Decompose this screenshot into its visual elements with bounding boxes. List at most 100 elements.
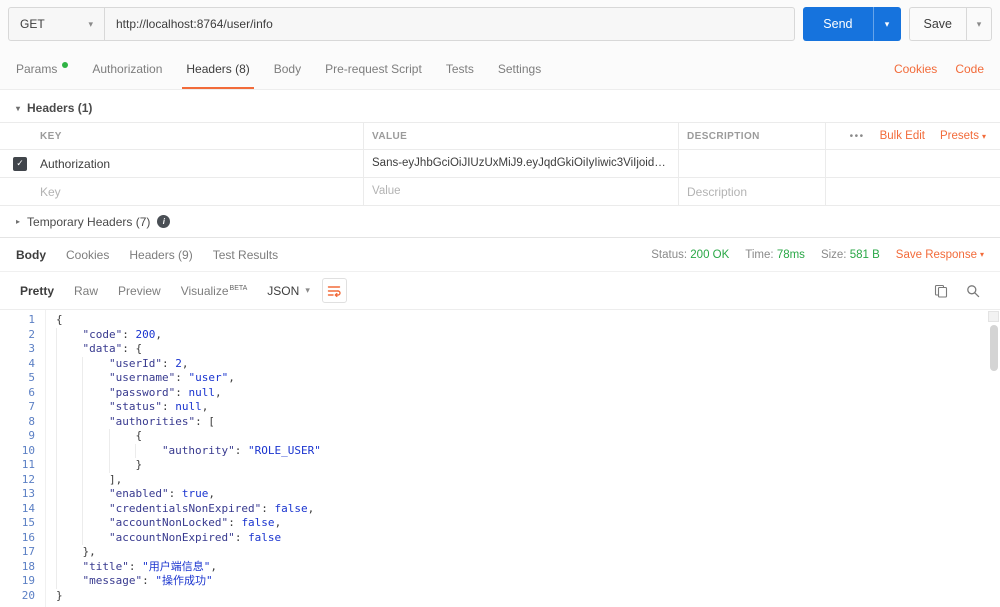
code-line: { (56, 429, 1000, 444)
format-dropdown[interactable]: JSON ▾ (267, 284, 310, 298)
code-line: "accountNonExpired": false (56, 530, 1000, 545)
new-header-key-input[interactable]: Key (40, 178, 363, 205)
header-enabled-checkbox[interactable]: ✓ (13, 156, 27, 171)
indent-guide (56, 371, 82, 386)
send-options-button[interactable]: ▾ (872, 7, 901, 41)
copy-icon[interactable] (934, 284, 948, 298)
column-header-value: VALUE (363, 123, 678, 149)
temporary-headers-toggle[interactable]: ▸ Temporary Headers (7) i (0, 206, 1000, 238)
tab-settings[interactable]: Settings (486, 48, 553, 89)
tab-label: Settings (497, 61, 542, 76)
code-line: "message": "操作成功" (56, 574, 1000, 589)
line-number: 20 (21, 588, 35, 602)
line-number: 19 (21, 574, 35, 587)
tab-label: Tests (445, 61, 474, 76)
new-header-description-input[interactable]: Description (678, 178, 825, 205)
line-number: 9 (28, 429, 35, 442)
vertical-scrollbar-thumb[interactable] (990, 325, 998, 371)
response-tab-cookies[interactable]: Cookies (66, 248, 109, 262)
code-line: "password": null, (56, 385, 1000, 400)
new-header-value-input[interactable]: Value (363, 178, 678, 205)
response-view-tabs: Pretty Raw Preview VisualizeBETA (10, 284, 257, 298)
presets-dropdown[interactable]: Presets ▾ (940, 130, 986, 142)
save-response-dropdown[interactable]: Save Response ▾ (896, 249, 984, 261)
tab-authorization[interactable]: Authorization (80, 48, 174, 89)
method-dropdown[interactable]: GET ▾ (9, 8, 105, 40)
view-tab-pretty[interactable]: Pretty (10, 284, 64, 298)
indent-guide (108, 429, 135, 444)
more-options-icon[interactable]: ••• (850, 131, 865, 142)
send-button[interactable]: Send (803, 7, 873, 41)
save-button[interactable]: Save (908, 7, 966, 41)
chevron-down-icon: ▾ (981, 132, 986, 141)
indent-guide (56, 545, 82, 560)
response-body-editor[interactable]: 1 2 3 4 5 6 7 8 9 10 11 12 13 14 15 16 17 18 19 20 {"code":… (0, 310, 1000, 607)
indent-guide (82, 400, 108, 415)
tab-tests[interactable]: Tests (434, 48, 486, 89)
code-line: { (56, 313, 63, 326)
view-tab-raw[interactable]: Raw (64, 284, 108, 298)
response-tab-test-results[interactable]: Test Results (213, 248, 278, 262)
new-header-row: Key Value Description (0, 177, 1000, 205)
presets-label: Presets (939, 130, 979, 142)
tab-body[interactable]: Body (262, 48, 313, 89)
indent-guide (56, 385, 82, 400)
response-meta: Status: 200 OK Time: 78ms Size: 581 B Sa… (651, 249, 984, 261)
wrap-text-button[interactable] (321, 278, 347, 303)
line-number: 5 (28, 371, 35, 384)
indent-guide (82, 458, 108, 473)
response-view-toolbar: Pretty Raw Preview VisualizeBETA JSON ▾ (0, 272, 1000, 310)
header-description-cell[interactable] (678, 150, 825, 177)
header-key-cell[interactable]: Authorization (40, 150, 363, 177)
header-value-cell[interactable]: Sans-eyJhbGciOiJIUzUxMiJ9.eyJqdGkiOiIyIi… (363, 150, 678, 177)
response-tab-headers-9[interactable]: Headers (9) (129, 248, 192, 262)
indent-guide (82, 472, 108, 487)
code-line: } (56, 588, 63, 602)
line-number: 11 (21, 458, 35, 471)
tab-headers-8[interactable]: Headers (8) (174, 48, 261, 89)
headers-table-controls: ••• Bulk Edit Presets ▾ (825, 123, 1000, 149)
wrap-lines-icon (328, 285, 342, 297)
save-button-group: Save ▾ (908, 7, 992, 41)
header-row-authorization: ✓ Authorization Sans-eyJhbGciOiJIUzUxMiJ… (0, 149, 1000, 177)
url-input[interactable] (105, 8, 795, 40)
info-icon: i (157, 215, 171, 228)
response-tab-body[interactable]: Body (16, 248, 46, 262)
line-number: 10 (21, 443, 35, 457)
view-tab-visualize[interactable]: VisualizeBETA (171, 284, 258, 298)
cookies-link[interactable]: Cookies (894, 62, 937, 76)
request-tab-links: Cookies Code (894, 48, 984, 89)
code-line: "code": 200, (56, 327, 1000, 342)
column-header-key: KEY (40, 130, 62, 142)
line-number: 12 (21, 472, 35, 486)
line-number-gutter: 1 2 3 4 5 6 7 8 9 10 11 12 13 14 15 16 17 18 19 20 (0, 310, 46, 607)
headers-section-toggle[interactable]: ▾ Headers (1) (0, 90, 1000, 122)
indent-guide (108, 443, 135, 458)
tab-pre-request-script[interactable]: Pre-request Script (313, 48, 434, 89)
tab-label: Pre-request Script (325, 61, 422, 76)
search-icon[interactable] (966, 284, 980, 298)
indent-guide (82, 371, 108, 386)
headers-table: KEY VALUE DESCRIPTION ••• Bulk Edit Pres… (0, 122, 1000, 206)
indent-guide (82, 487, 108, 502)
line-number: 15 (21, 516, 35, 529)
chevron-down-icon: ▾ (979, 250, 984, 259)
response-tabs-row: Body Cookies Headers (9) Test Results Statu… (0, 238, 1000, 272)
line-number: 18 (21, 559, 35, 573)
view-tab-preview[interactable]: Preview (108, 284, 171, 298)
indent-guide (56, 443, 82, 458)
tab-params[interactable]: Params (4, 48, 80, 89)
line-number: 16 (21, 530, 35, 544)
response-status: Status: 200 OK (651, 249, 729, 261)
save-options-button[interactable]: ▾ (966, 7, 992, 41)
indent-guide (56, 356, 82, 371)
indent-guide (82, 429, 108, 444)
row-controls-spacer (825, 178, 1000, 205)
indent-guide (82, 516, 108, 531)
time-value: 78ms (776, 248, 805, 261)
bulk-edit-link[interactable]: Bulk Edit (880, 130, 925, 142)
code-link[interactable]: Code (955, 62, 984, 76)
code-line: }, (56, 545, 1000, 560)
line-number: 2 (28, 327, 35, 341)
line-number: 14 (21, 501, 35, 515)
